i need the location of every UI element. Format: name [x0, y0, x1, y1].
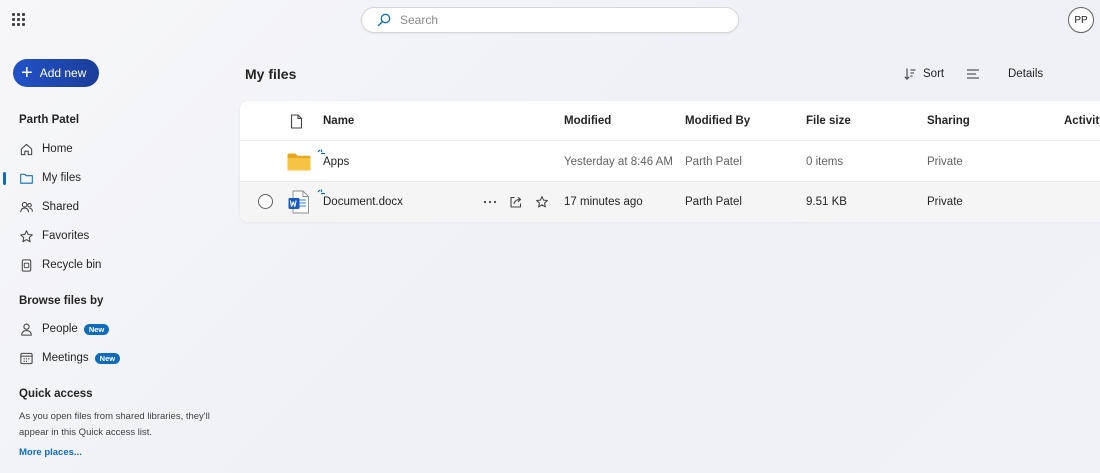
- sort-icon: [904, 68, 916, 81]
- folder-icon: [287, 153, 311, 171]
- details-label: Details: [1008, 68, 1044, 80]
- home-icon: [20, 143, 33, 155]
- browse-files-heading: Browse files by: [19, 295, 104, 307]
- file-sharing: Private: [927, 156, 963, 168]
- calendar-icon: [20, 352, 33, 364]
- more-actions-icon[interactable]: [482, 194, 498, 210]
- more-places-link[interactable]: More places...: [19, 447, 82, 458]
- avatar[interactable]: PP: [1068, 7, 1094, 33]
- column-activity[interactable]: Activity: [1064, 101, 1100, 141]
- page-title: My files: [245, 66, 297, 82]
- file-sharing: Private: [927, 196, 963, 208]
- user-name: Parth Patel: [19, 114, 80, 126]
- column-modified[interactable]: Modified: [564, 101, 611, 141]
- plus-icon: +: [21, 62, 33, 84]
- column-sharing[interactable]: Sharing: [927, 101, 970, 141]
- file-size: 9.51 KB: [806, 196, 847, 208]
- sidebar-item-favorites[interactable]: Favorites: [19, 226, 89, 246]
- new-badge: New: [83, 323, 110, 335]
- sidebar-item-my-files[interactable]: My files: [19, 168, 81, 188]
- search-icon: [377, 13, 391, 27]
- column-modified-by[interactable]: Modified By: [685, 101, 750, 141]
- quick-access-heading: Quick access: [19, 388, 93, 400]
- file-modified: Yesterday at 8:46 AM: [564, 156, 673, 168]
- sidebar-item-recycle-bin[interactable]: Recycle bin: [19, 255, 101, 275]
- quick-access-description: As you open files from shared libraries,…: [19, 411, 210, 438]
- folder-icon: [20, 173, 33, 184]
- sidebar-item-label: Shared: [42, 201, 80, 213]
- sort-button[interactable]: Sort: [903, 65, 944, 83]
- column-name[interactable]: Name: [323, 101, 354, 141]
- file-type-header[interactable]: [290, 101, 303, 141]
- sidebar-item-label: People: [42, 323, 78, 335]
- file-modified: 17 minutes ago: [564, 196, 643, 208]
- favorite-star-icon[interactable]: [534, 194, 550, 210]
- column-file-size[interactable]: File size: [806, 101, 851, 141]
- search-input[interactable]: [400, 13, 700, 27]
- add-new-button[interactable]: + Add new: [13, 59, 99, 87]
- word-document-icon: [288, 190, 309, 214]
- file-name[interactable]: Apps: [323, 142, 349, 182]
- file-modified-by: Parth Patel: [685, 156, 742, 168]
- sidebar-item-meetings[interactable]: Meetings New: [19, 348, 121, 368]
- file-modified-by: Parth Patel: [685, 196, 742, 208]
- sidebar-item-home[interactable]: Home: [19, 139, 73, 159]
- sidebar-item-label: Recycle bin: [42, 259, 102, 271]
- sort-label: Sort: [923, 68, 945, 80]
- trash-icon: [21, 258, 32, 272]
- sidebar-item-label: My files: [42, 172, 81, 184]
- file-name[interactable]: Document.docx: [323, 182, 403, 222]
- view-options-button[interactable]: [966, 65, 986, 83]
- list-view-icon: [967, 69, 979, 79]
- sidebar-item-people[interactable]: People New: [19, 319, 110, 339]
- files-list: Name Modified Modified By File size Shar…: [240, 101, 1100, 222]
- table-row[interactable]: Document.docx 17 minutes ago Parth Patel…: [240, 182, 1100, 222]
- sidebar-item-shared[interactable]: Shared: [19, 197, 79, 217]
- person-icon: [21, 323, 32, 336]
- sidebar-item-label: Favorites: [42, 230, 90, 242]
- search-box[interactable]: [361, 7, 739, 33]
- share-icon[interactable]: [508, 194, 524, 210]
- file-size: 0 items: [806, 156, 844, 168]
- people-icon: [20, 201, 33, 212]
- sidebar-item-label: Meetings: [42, 352, 89, 364]
- details-button[interactable]: Details: [1008, 65, 1043, 83]
- selected-indicator: [3, 172, 6, 185]
- star-icon: [20, 229, 33, 242]
- table-header: Name Modified Modified By File size Shar…: [240, 101, 1100, 141]
- add-new-label: Add new: [39, 66, 87, 80]
- row-select-checkbox[interactable]: [258, 194, 273, 209]
- sidebar-item-label: Home: [42, 143, 73, 155]
- table-row[interactable]: Apps Yesterday at 8:46 AM Parth Patel 0 …: [240, 142, 1100, 182]
- new-badge: New: [94, 352, 121, 364]
- app-launcher-icon[interactable]: [12, 13, 26, 27]
- document-icon: [290, 113, 303, 129]
